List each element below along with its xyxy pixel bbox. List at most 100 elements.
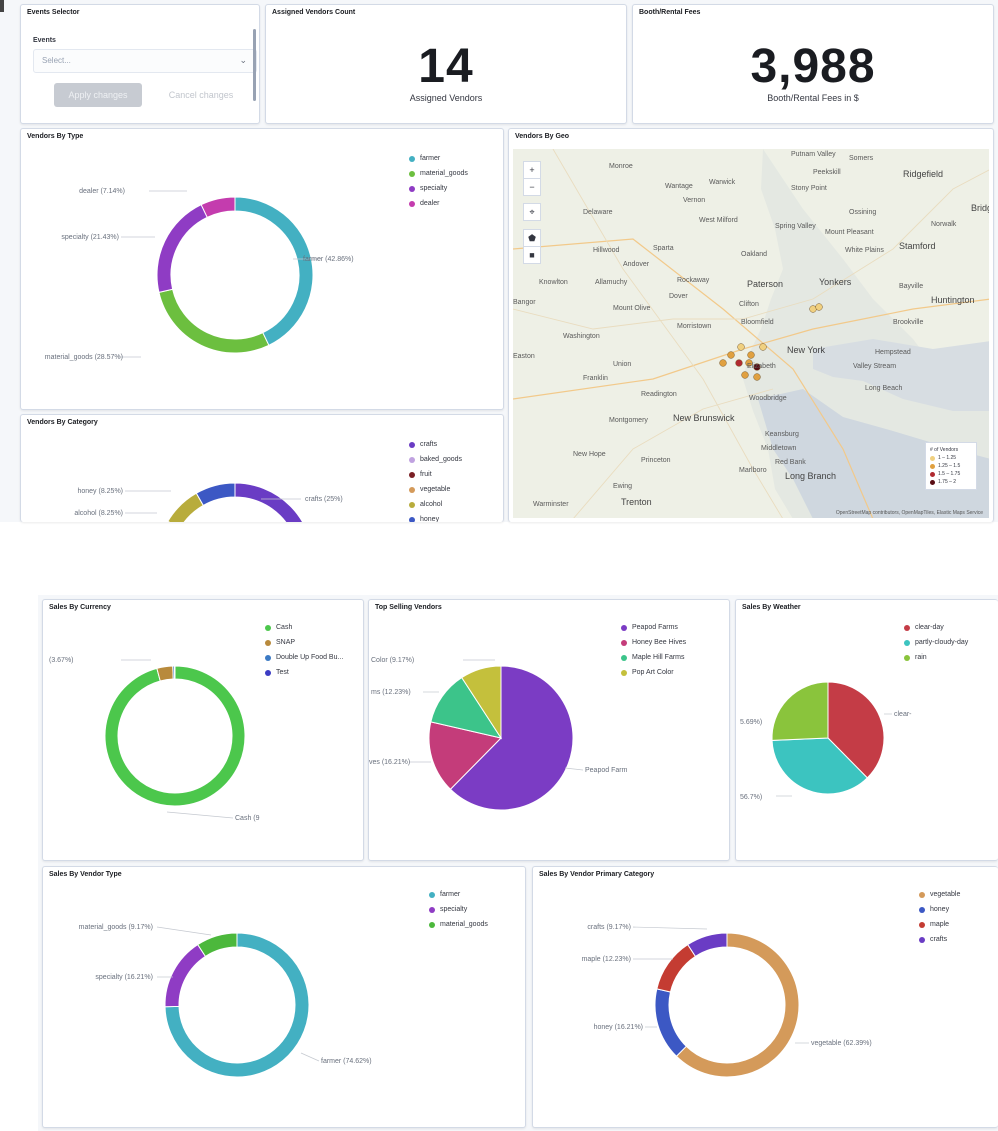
map-city-label: Yonkers: [819, 277, 852, 287]
legend-item[interactable]: farmer: [409, 151, 468, 166]
map-city-label: Spring Valley: [775, 223, 816, 230]
slice-rain[interactable]: [771, 681, 829, 741]
map-city-label: Dover: [669, 293, 688, 300]
legend-item[interactable]: clear-day: [904, 620, 968, 635]
legend-item[interactable]: honey: [409, 512, 462, 522]
map-city-label: Easton: [513, 353, 535, 360]
vendor-location-marker[interactable]: [735, 359, 743, 367]
legend-item[interactable]: honey: [919, 902, 960, 917]
map-city-label: Brookville: [893, 319, 924, 326]
slice-honey[interactable]: [195, 482, 236, 507]
map-city-label: Long Beach: [865, 385, 903, 392]
legend-item[interactable]: dealer: [409, 196, 468, 211]
vendor-location-marker[interactable]: [727, 351, 735, 359]
map-city-label: Sparta: [653, 245, 674, 252]
legend-item[interactable]: crafts: [919, 932, 960, 947]
legend-item[interactable]: Cash: [265, 620, 343, 635]
legend-label: honey: [420, 516, 440, 522]
map-city-label: White Plains: [845, 247, 884, 254]
legend-item[interactable]: Peapod Farms: [621, 620, 686, 635]
scrollbar[interactable]: [253, 29, 256, 101]
legend-label: clear-day: [915, 624, 944, 631]
legend-item[interactable]: material_goods: [409, 166, 468, 181]
legend-item[interactable]: SNAP: [265, 635, 343, 650]
legend-item[interactable]: baked_goods: [409, 452, 462, 467]
legend-item[interactable]: vegetable: [409, 482, 462, 497]
vendor-location-marker[interactable]: [759, 343, 767, 351]
zoom-out-icon[interactable]: −: [523, 178, 541, 196]
zoom-in-icon[interactable]: +: [523, 161, 541, 179]
events-select[interactable]: Select... ⌄: [33, 49, 257, 73]
apply-changes-button[interactable]: Apply changes: [54, 83, 142, 107]
slice-crafts[interactable]: [687, 932, 728, 958]
metric-value: 14: [418, 40, 474, 93]
slice-dealer[interactable]: [200, 196, 236, 219]
legend-item[interactable]: crafts: [409, 437, 462, 452]
leader-line: [156, 926, 212, 936]
map-canvas[interactable]: Putnam Valley Somers Peekskill Ridgefiel…: [513, 149, 989, 518]
chart-legend: crafts baked_goods fruit vegetable alcoh…: [409, 437, 462, 522]
slice-crafts[interactable]: [234, 482, 313, 522]
metric-label: Booth/Rental Fees in $: [767, 93, 859, 103]
slice-farmer[interactable]: [234, 196, 314, 346]
legend-item[interactable]: material_goods: [429, 917, 488, 932]
legend-label: vegetable: [930, 891, 961, 898]
assigned-vendors-count-panel: Assigned Vendors Count 14 Assigned Vendo…: [265, 4, 627, 124]
slice-label-maple: maple (12.23%): [582, 956, 631, 963]
slice-specialty[interactable]: [156, 204, 208, 293]
legend-item[interactable]: Double Up Food Bu...: [265, 650, 343, 665]
map-city-label: Rockaway: [677, 277, 710, 284]
map-city-label: Morristown: [677, 323, 712, 330]
map-city-label: Delaware: [583, 209, 613, 216]
legend-item[interactable]: rain: [904, 650, 968, 665]
legend-item[interactable]: fruit: [409, 467, 462, 482]
leader-line: [564, 767, 584, 771]
legend-item[interactable]: farmer: [429, 887, 488, 902]
vendor-location-marker[interactable]: [815, 303, 823, 311]
map-city-label: Readington: [641, 391, 677, 398]
slice-material-goods[interactable]: [197, 932, 238, 958]
slice-alcohol[interactable]: [167, 492, 204, 522]
slice-label-specialty: specialty (16.21%): [95, 974, 153, 981]
map-city-label: Hillwood: [593, 247, 620, 254]
legend-item[interactable]: vegetable: [919, 887, 960, 902]
slice-label-dealer: dealer (7.14%): [79, 188, 125, 195]
map-city-label: Ridgefield: [903, 169, 944, 179]
legend-label: specialty: [420, 185, 448, 192]
legend-item[interactable]: Test: [265, 665, 343, 680]
slice-snap[interactable]: [156, 665, 174, 682]
legend-label: rain: [915, 654, 927, 661]
legend-item[interactable]: Maple Hill Farms: [621, 650, 686, 665]
map-legend-label: 1.5 – 1.75: [938, 471, 961, 477]
map-city-label: Putnam Valley: [791, 151, 836, 158]
slice-material-goods[interactable]: [158, 288, 270, 354]
slice-specialty[interactable]: [164, 943, 207, 1008]
legend-item[interactable]: Honey Bee Hives: [621, 635, 686, 650]
slice-honey[interactable]: [654, 988, 687, 1057]
vendor-location-marker[interactable]: [737, 343, 745, 351]
legend-item[interactable]: specialty: [409, 181, 468, 196]
map-city-label: Union: [613, 361, 632, 368]
slice-label-honey-bee: ves (16.21%): [369, 759, 410, 766]
vendor-location-marker[interactable]: [747, 351, 755, 359]
polygon-draw-icon[interactable]: ⬟: [523, 229, 541, 247]
map-city-label: Trenton: [621, 497, 652, 507]
legend-item[interactable]: specialty: [429, 902, 488, 917]
vendor-location-marker[interactable]: [741, 371, 749, 379]
legend-item[interactable]: alcohol: [409, 497, 462, 512]
vendor-location-marker[interactable]: [719, 359, 727, 367]
vendor-location-marker[interactable]: [753, 373, 761, 381]
cancel-changes-button[interactable]: Cancel changes: [151, 83, 251, 107]
crop-icon[interactable]: ⌖: [523, 203, 541, 221]
slice-maple[interactable]: [656, 943, 697, 993]
legend-label: Honey Bee Hives: [632, 639, 687, 646]
legend-item[interactable]: partly-cloudy-day: [904, 635, 968, 650]
square-draw-icon[interactable]: ■: [523, 246, 541, 264]
map-city-label: Marlboro: [739, 467, 767, 474]
slice-cash[interactable]: [104, 665, 246, 807]
map-city-label: Montgomery: [609, 417, 648, 424]
legend-item[interactable]: Pop Art Color: [621, 665, 686, 680]
legend-label: Double Up Food Bu...: [276, 654, 344, 661]
legend-item[interactable]: maple: [919, 917, 960, 932]
slice-label-material-goods: material_goods (28.57%): [45, 354, 123, 361]
